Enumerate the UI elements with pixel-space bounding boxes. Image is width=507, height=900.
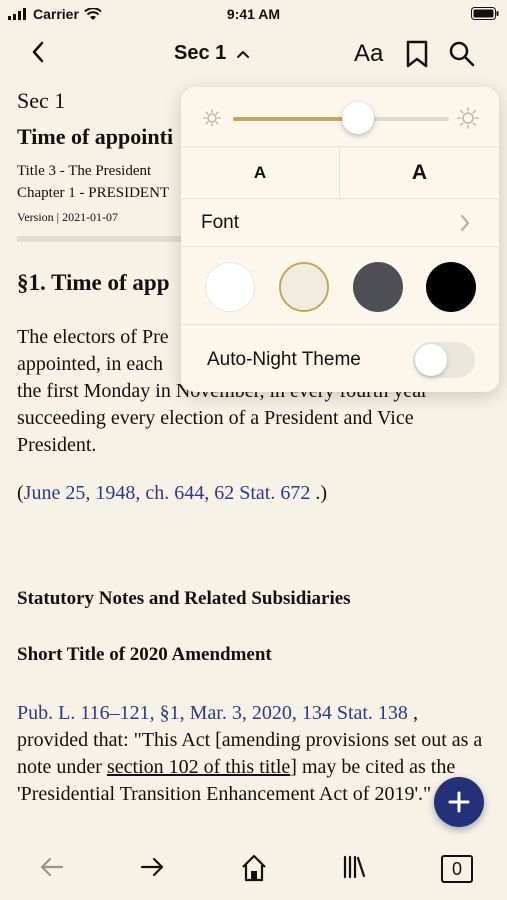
decrease-text-size-button[interactable]: A	[181, 147, 340, 199]
citation-open: (	[17, 482, 24, 504]
citation-link[interactable]: June 25, 1948, ch. 644, 62 Stat. 672	[24, 482, 311, 504]
plus-icon	[448, 791, 470, 813]
section-ref-link[interactable]: section 102 of this title	[107, 756, 290, 778]
theme-black-swatch[interactable]	[426, 262, 476, 312]
chevron-up-icon	[237, 50, 250, 58]
status-time: 9:41 AM	[226, 6, 281, 22]
reading-settings-popover: A A Font Auto-Night Theme	[181, 87, 499, 392]
battery-icon	[471, 7, 499, 20]
section-heading: §1. Time of app	[17, 270, 170, 295]
auto-night-label: Auto-Night Theme	[207, 349, 361, 370]
auto-night-toggle[interactable]	[413, 342, 475, 378]
bottom-toolbar: 0	[0, 845, 507, 895]
notes-heading: Statutory Notes and Related Subsidiaries	[17, 588, 351, 609]
text-settings-button[interactable]: Aa	[354, 40, 383, 68]
library-icon[interactable]	[340, 853, 368, 881]
section-title: Sec 1	[174, 42, 227, 64]
search-icon[interactable]	[448, 40, 476, 68]
text-size-row: A A	[181, 147, 499, 199]
home-icon[interactable]	[240, 853, 268, 883]
forward-arrow-icon[interactable]	[138, 853, 166, 881]
citation-close: .)	[310, 482, 327, 504]
section-selector[interactable]: Sec 1	[174, 42, 250, 65]
brightness-high-icon	[457, 107, 479, 129]
theme-sepia-swatch[interactable]	[279, 262, 329, 312]
font-row[interactable]: Font	[181, 199, 499, 247]
theme-row	[181, 247, 499, 325]
paragraph-line: succeeding every election of a President…	[17, 407, 414, 456]
short-title-heading: Short Title of 2020 Amendment	[17, 644, 272, 665]
brightness-fill	[233, 117, 359, 121]
brightness-thumb[interactable]	[342, 102, 375, 134]
citation: (June 25, 1948, ch. 644, 62 Stat. 672 .)	[17, 482, 327, 505]
tabs-count-button[interactable]: 0	[441, 855, 473, 883]
back-arrow-icon[interactable]	[38, 853, 66, 881]
add-note-button[interactable]	[434, 777, 484, 827]
brightness-low-icon	[203, 109, 221, 127]
nav-bar: Sec 1 Aa	[0, 34, 507, 74]
brightness-slider[interactable]	[233, 117, 449, 121]
bookmark-icon[interactable]	[405, 40, 429, 68]
auto-night-row: Auto-Night Theme	[181, 325, 499, 392]
increase-text-size-button[interactable]: A	[340, 147, 499, 199]
brightness-row	[181, 87, 499, 147]
theme-gray-swatch[interactable]	[353, 262, 403, 312]
chevron-right-icon	[460, 214, 470, 232]
status-bar: Carrier 9:41 AM	[0, 0, 507, 28]
font-label: Font	[201, 212, 240, 233]
back-chevron-icon[interactable]	[30, 40, 46, 64]
theme-white-swatch[interactable]	[205, 262, 255, 312]
amendment-paragraph: Pub. L. 116–121, §1, Mar. 3, 2020, 134 S…	[17, 700, 492, 808]
toggle-knob	[415, 344, 447, 376]
pub-law-link[interactable]: Pub. L. 116–121, §1, Mar. 3, 2020, 134 S…	[17, 702, 408, 724]
